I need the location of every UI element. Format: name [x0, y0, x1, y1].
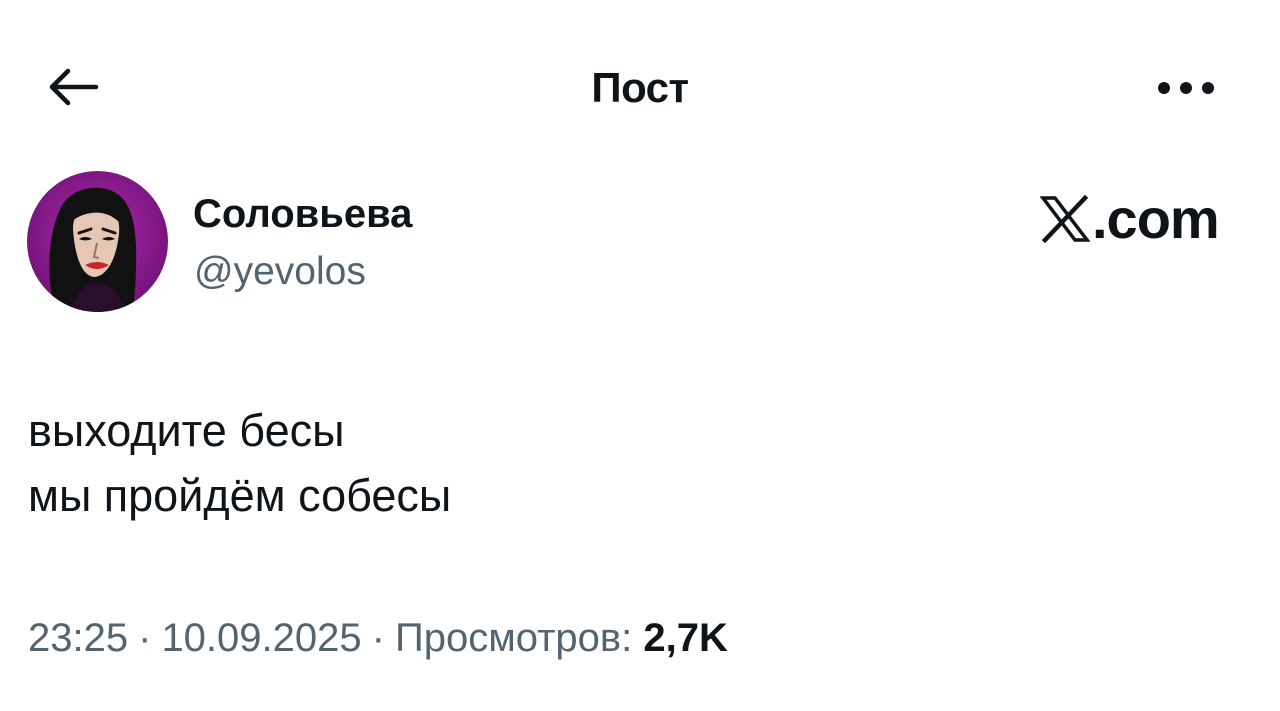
- brand-domain-text: .com: [1092, 187, 1220, 250]
- author-handle[interactable]: @yevolos: [194, 248, 366, 296]
- post-line: выходите бесы: [28, 405, 345, 456]
- brand-watermark: .com: [1040, 186, 1220, 252]
- post-time[interactable]: 23:25: [28, 616, 128, 660]
- meta-separator: ·: [371, 616, 385, 660]
- author-display-name[interactable]: Соловьева: [193, 190, 412, 238]
- post-line: мы пройдём собесы: [28, 470, 452, 521]
- avatar[interactable]: [27, 171, 168, 312]
- x-logo-icon: [1040, 195, 1090, 243]
- more-options-button[interactable]: [1148, 64, 1224, 112]
- post-body: выходите бесы мы пройдём собесы: [28, 398, 451, 528]
- more-horizontal-icon: [1158, 82, 1214, 94]
- meta-separator: ·: [138, 616, 152, 660]
- post-date[interactable]: 10.09.2025: [161, 616, 361, 660]
- post-meta: 23:25 · 10.09.2025 · Просмотров: 2,7K: [28, 612, 728, 664]
- views-label: Просмотров:: [394, 616, 633, 660]
- top-bar: Пост: [0, 0, 1280, 170]
- page-title: Пост: [591, 64, 689, 111]
- views-count[interactable]: 2,7K: [643, 616, 728, 660]
